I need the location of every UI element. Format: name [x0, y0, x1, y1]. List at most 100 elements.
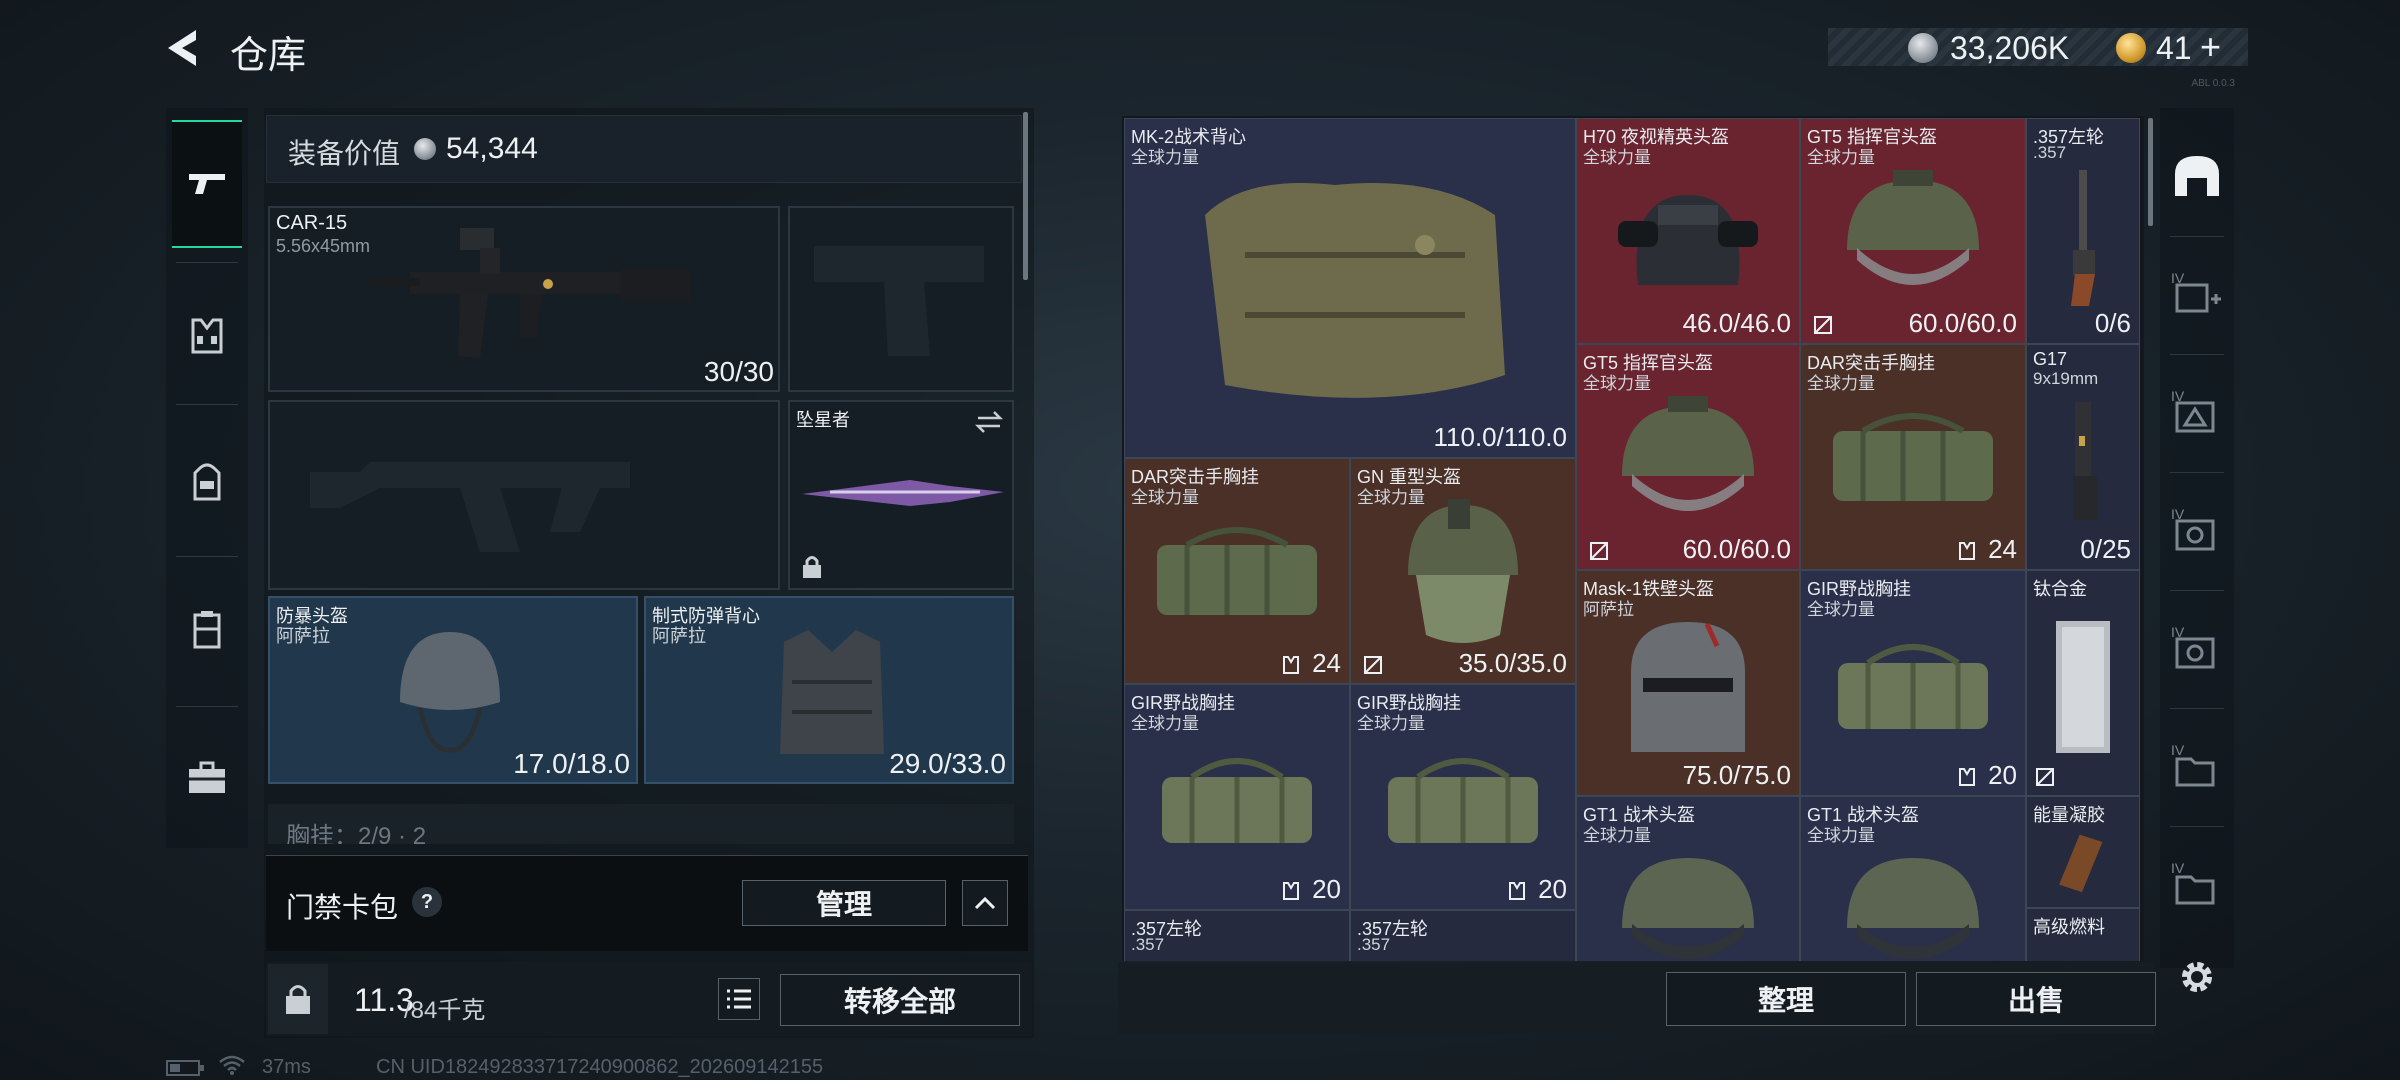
stash-item[interactable]: GIR野战胸挂 全球力量 20 [1350, 684, 1576, 910]
nav-backpack-tab[interactable] [172, 418, 242, 546]
field-chest-rig-image [1838, 644, 1988, 730]
stash-item[interactable]: GT5 指挥官头盔 全球力量 60.0/60.0 [1800, 118, 2026, 344]
stash-item[interactable]: 能量凝胶 [2026, 796, 2140, 908]
pistol-image [2073, 402, 2097, 521]
add-gold-button[interactable]: + [2200, 26, 2221, 68]
nav-chest-tab[interactable] [172, 566, 242, 694]
no-repair-icon [1590, 542, 1608, 560]
nav-divider [176, 556, 238, 557]
stash-grid: MK-2战术背心 全球力量 110.0/110.0 H70 夜视精英头盔 全球力… [1122, 116, 2144, 961]
tactical-helmet-image [1622, 858, 1754, 960]
help-button[interactable]: ? [412, 887, 442, 917]
stash-item[interactable]: GIR野战胸挂 全球力量 20 [1800, 570, 2026, 796]
backpack-icon [193, 463, 221, 501]
stash-item[interactable]: GIR野战胸挂 全球力量 20 [1124, 684, 1350, 910]
stash-item[interactable]: .357左轮 .357 0/6 [2026, 118, 2140, 344]
folder-box-icon: IV [2171, 742, 2215, 787]
stash-page-4[interactable]: IV [2166, 602, 2228, 694]
stash-item[interactable]: GN 重型头盔 全球力量 35.0/35.0 [1350, 458, 1576, 684]
field-chest-rig-image [1388, 758, 1538, 844]
stash-scrollbar[interactable] [2148, 118, 2153, 226]
stash-page-2[interactable]: IV [2166, 366, 2228, 458]
titanium-ingot-image [2056, 621, 2110, 754]
stash-item[interactable]: 高级燃料 [2026, 908, 2140, 961]
iron-mask-helmet-image [1631, 622, 1745, 753]
stash-item[interactable]: .357左轮 .357 [1350, 910, 1576, 961]
version-note: ABL 0.0.3 [2191, 78, 2235, 89]
gold-currency-value: 41 [2156, 30, 2192, 66]
melee-slot[interactable]: 坠星者 [788, 400, 1014, 590]
stash-page-6[interactable]: IV [2166, 838, 2228, 930]
stash-page-5[interactable]: IV [2166, 720, 2228, 812]
capacity-icon [1509, 882, 1525, 900]
primary-weapon-slot[interactable]: CAR-15 5.56x45mm 30/30 [268, 206, 780, 392]
nav-divider [2170, 590, 2224, 591]
nav-divider [2170, 354, 2224, 355]
ping-value: 37ms [262, 1056, 311, 1078]
back-arrow-icon [168, 30, 196, 66]
melee-name: 坠星者 [796, 410, 850, 430]
field-chest-rig-image [1162, 758, 1312, 844]
stash-item[interactable]: .357左轮 .357 [1124, 910, 1350, 961]
stash-item[interactable]: G17 9x19mm 0/25 [2026, 344, 2140, 570]
sell-button[interactable]: 出售 [1916, 972, 2156, 1026]
capacity-icon [1959, 768, 1975, 786]
expand-button[interactable] [962, 880, 1008, 926]
weapon-caliber: 5.56x45mm [276, 236, 371, 256]
stash-item[interactable]: DAR突击手胸挂 全球力量 24 [1124, 458, 1350, 684]
settings-gear-icon [2182, 962, 2212, 992]
chest-rig-row[interactable]: 胸挂：2/9 · 2 [268, 804, 1014, 844]
tactical-vest-image [1205, 182, 1505, 398]
rifle-silhouette-icon [310, 462, 630, 552]
folder-box-2-icon: IV [2171, 860, 2215, 905]
silver-coin-icon [1908, 33, 1938, 63]
settings-button[interactable] [2174, 954, 2220, 1000]
helmet-slot[interactable]: 防暴头盔 阿萨拉 17.0/18.0 [268, 596, 638, 784]
revolver-image [2071, 170, 2095, 307]
stash-page-3[interactable]: IV [2166, 484, 2228, 576]
tactical-helmet-image [1847, 858, 1979, 960]
list-view-button[interactable] [718, 978, 760, 1020]
transfer-all-button[interactable]: 转移全部 [780, 974, 1020, 1026]
nav-divider [176, 262, 238, 263]
battery-icon [166, 1060, 204, 1076]
stash-item[interactable]: GT5 指挥官头盔 全球力量 60.0/60.0 [1576, 344, 1800, 570]
assault-rifle-image [370, 228, 690, 358]
weapon-name: CAR-15 [276, 212, 348, 234]
armor-vest-image [780, 630, 884, 754]
stash-tab[interactable] [2166, 130, 2228, 222]
stash-item[interactable]: GT1 战术头盔 全球力量 [1576, 796, 1800, 961]
sort-button[interactable]: 整理 [1666, 972, 1906, 1026]
gear-box-icon: IV [2171, 506, 2215, 551]
back-button[interactable] [160, 24, 204, 72]
medkit-expand-icon: IV [2171, 270, 2221, 313]
stash-item[interactable]: DAR突击手胸挂 全球力量 24 [1800, 344, 2026, 570]
nav-weapons-tab[interactable] [172, 120, 242, 248]
equipment-value: 54,344 [446, 132, 538, 165]
equipment-scrollbar[interactable] [1023, 112, 1028, 280]
weight-lock-icon [286, 985, 310, 1014]
capacity-icon [1283, 656, 1299, 674]
stash-item[interactable]: MK-2战术背心 全球力量 110.0/110.0 [1124, 118, 1576, 458]
nav-case-tab[interactable] [172, 714, 242, 842]
stash-page-1[interactable]: IV [2166, 248, 2228, 340]
nav-rig-tab[interactable] [172, 272, 242, 400]
stash-item[interactable]: GT1 战术头盔 全球力量 [1800, 796, 2026, 961]
secondary-weapon-slot[interactable] [788, 206, 1014, 392]
chest-rig-icon [193, 611, 221, 649]
no-repair-icon [2036, 768, 2054, 786]
manage-button[interactable]: 管理 [742, 880, 946, 926]
stash-item[interactable]: Mask-1铁壁头盔 阿萨拉 75.0/75.0 [1576, 570, 1800, 796]
stash-item[interactable]: 钛合金 [2026, 570, 2140, 796]
commander-helmet-image [1622, 396, 1754, 512]
swap-icon[interactable] [974, 410, 1004, 434]
pistol-silhouette-icon [814, 246, 984, 356]
stash-item[interactable]: H70 夜视精英头盔 全球力量 46.0/46.0 [1576, 118, 1800, 344]
svg-text:IV: IV [2171, 860, 2185, 876]
weight-max: /84千克 [404, 997, 486, 1024]
helmet-origin: 阿萨拉 [276, 626, 330, 646]
chest-rig-image [1157, 527, 1317, 616]
secondary-rifle-slot[interactable] [268, 400, 780, 590]
armor-slot[interactable]: 制式防弹背心 阿萨拉 29.0/33.0 [644, 596, 1014, 784]
weight-lock-button[interactable] [268, 964, 328, 1034]
